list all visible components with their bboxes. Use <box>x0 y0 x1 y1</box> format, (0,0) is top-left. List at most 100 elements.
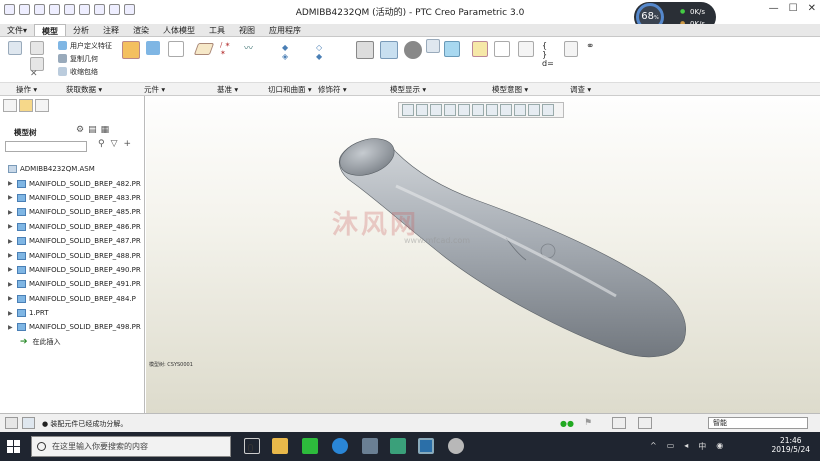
bill-of-materials-icon[interactable] <box>564 41 578 57</box>
group-get-data[interactable]: 获取数据 ▾ <box>66 83 102 96</box>
taskbar-search-input[interactable]: 在这里输入你要搜索的内容 <box>31 436 253 457</box>
tree-item[interactable]: ▶ MANIFOLD_SOLID_BREP_491.PR <box>8 277 148 291</box>
display-style-icon[interactable] <box>426 39 440 53</box>
handle-model[interactable] <box>146 96 820 413</box>
toggle-navigator-icon[interactable] <box>5 417 18 429</box>
group-datum[interactable]: 基准 ▾ <box>217 83 238 96</box>
expand-arrow-icon[interactable]: ▶ <box>8 324 14 331</box>
datum-plane-icon[interactable] <box>193 43 215 55</box>
browser-icon[interactable] <box>332 438 348 454</box>
clock[interactable]: 21:46 2019/5/24 <box>772 436 810 454</box>
reference-icon[interactable] <box>472 41 488 57</box>
shrinkwrap-icon[interactable] <box>58 67 67 76</box>
group-model-display[interactable]: 模型显示 ▾ <box>390 83 426 96</box>
group-component[interactable]: 元件 ▾ <box>144 83 165 96</box>
flag-icon[interactable]: ⚑ <box>584 418 592 428</box>
cut-surface-icon[interactable]: ◆ ◈ <box>282 43 294 73</box>
insert-here-marker[interactable]: ➔ 在此插入 <box>8 335 148 349</box>
expand-arrow-icon[interactable]: ▶ <box>8 223 14 230</box>
creo-icon[interactable] <box>390 438 406 454</box>
paint-icon[interactable] <box>448 438 464 454</box>
tab-model[interactable]: 模型 <box>34 24 67 36</box>
app-icon[interactable] <box>362 438 378 454</box>
expand-arrow-icon[interactable]: ▶ <box>8 194 14 201</box>
wechat-icon[interactable] <box>302 438 318 454</box>
expand-arrow-icon[interactable]: ▶ <box>8 281 14 288</box>
regenerate-icon[interactable] <box>8 41 22 55</box>
filter-icon[interactable]: ▽ <box>111 139 118 149</box>
add-icon[interactable]: + <box>124 139 132 149</box>
relations-icon[interactable]: { } d= <box>542 41 554 71</box>
tree-item[interactable]: ▶ MANIFOLD_SOLID_BREP_483.PR <box>8 191 148 205</box>
group-operations[interactable]: 操作 ▾ <box>16 83 37 96</box>
close-button[interactable]: ✕ <box>808 3 816 14</box>
minimize-button[interactable]: — <box>769 3 779 14</box>
graphics-window[interactable]: 沐风网 www.mfcad.com 模型树: CSYS0001 <box>146 96 820 413</box>
app-tray-icon[interactable]: ◉ <box>716 441 723 452</box>
datum-axis-icon[interactable]: / ✶ ✶ <box>220 41 232 71</box>
task-view-icon[interactable] <box>244 438 260 454</box>
tab-annotate[interactable]: 注释 <box>96 24 126 36</box>
creo-active-icon[interactable] <box>418 438 434 454</box>
tree-item[interactable]: ▶ MANIFOLD_SOLID_BREP_487.PR <box>8 234 148 248</box>
manage-views-icon[interactable] <box>356 41 374 59</box>
perspective-icon[interactable] <box>380 41 398 59</box>
tree-item[interactable]: ▶ 1.PRT <box>8 306 148 320</box>
group-investigate[interactable]: 调查 ▾ <box>570 83 591 96</box>
start-button[interactable] <box>7 440 20 453</box>
expand-arrow-icon[interactable]: ▶ <box>8 238 14 245</box>
expand-arrow-icon[interactable]: ▶ <box>8 252 14 259</box>
delete-icon[interactable]: ✕ <box>30 69 40 79</box>
drag-components-icon[interactable] <box>168 41 184 57</box>
reference-viewer-icon[interactable]: ⚭ <box>586 41 600 57</box>
shrinkwrap-button[interactable]: 收缩包络 <box>70 67 98 77</box>
tab-view[interactable]: 视图 <box>232 24 262 36</box>
tab-render[interactable]: 渲染 <box>126 24 156 36</box>
expand-arrow-icon[interactable]: ▶ <box>8 180 14 187</box>
sketch-icon[interactable]: 〰 <box>244 41 260 54</box>
tab-analysis[interactable]: 分析 <box>66 24 96 36</box>
find-status-icon[interactable] <box>612 417 626 429</box>
expand-arrow-icon[interactable]: ▶ <box>8 209 14 216</box>
user-feature-button[interactable]: 用户定义特征 <box>70 41 112 51</box>
tree-search-input[interactable] <box>5 141 87 152</box>
expand-arrow-icon[interactable]: ▶ <box>8 266 14 273</box>
expand-arrow-icon[interactable]: ▶ <box>8 310 14 317</box>
create-icon[interactable] <box>146 41 160 55</box>
modifier-icon[interactable]: ◇ ◆ <box>316 43 328 73</box>
tab-tools[interactable]: 工具 <box>202 24 232 36</box>
volume-icon[interactable]: ◂ <box>684 441 688 452</box>
group-model-intent[interactable]: 模型意图 ▾ <box>492 83 528 96</box>
model-tree-tab-icon[interactable] <box>3 99 17 112</box>
tree-item[interactable]: ▶ MANIFOLD_SOLID_BREP_486.PR <box>8 220 148 234</box>
group-modifiers[interactable]: 修饰符 ▾ <box>318 83 347 96</box>
tree-item[interactable]: ▶ MANIFOLD_SOLID_BREP_485.PR <box>8 205 148 219</box>
folder-browser-tab-icon[interactable] <box>19 99 33 112</box>
tree-item[interactable]: ▶ MANIFOLD_SOLID_BREP_498.PR <box>8 320 148 334</box>
tray-arrow-icon[interactable]: ^ <box>650 441 657 452</box>
parameters-icon[interactable] <box>494 41 510 57</box>
selection-box-icon[interactable] <box>638 417 652 429</box>
tree-display-icon[interactable]: ▦ <box>101 125 110 135</box>
expand-arrow-icon[interactable]: ▶ <box>8 295 14 302</box>
table-icon[interactable] <box>518 41 534 57</box>
network-icon[interactable]: ▭ <box>667 441 675 452</box>
tree-root[interactable]: ADMIBB4232QM.ASM <box>8 162 148 176</box>
copy-icon[interactable] <box>30 41 44 55</box>
assemble-icon[interactable] <box>122 41 140 59</box>
tab-file[interactable]: 文件▾ <box>0 24 34 36</box>
favorites-tab-icon[interactable] <box>35 99 49 112</box>
tree-item[interactable]: ▶ MANIFOLD_SOLID_BREP_482.PR <box>8 176 148 190</box>
tab-applications[interactable]: 应用程序 <box>262 24 308 36</box>
tree-columns-icon[interactable]: ▤ <box>88 125 97 135</box>
find-icon[interactable]: ⚲ <box>98 139 105 149</box>
user-feature-icon[interactable] <box>58 41 67 50</box>
browser-toggle-icon[interactable] <box>22 417 35 429</box>
appearance-icon[interactable] <box>404 41 422 59</box>
tab-manikin[interactable]: 人体模型 <box>156 24 202 36</box>
file-explorer-icon[interactable] <box>272 438 288 454</box>
tree-item[interactable]: ▶ MANIFOLD_SOLID_BREP_490.PR <box>8 263 148 277</box>
maximize-button[interactable]: ☐ <box>789 3 798 14</box>
section-icon[interactable] <box>444 41 460 57</box>
copy-geometry-icon[interactable] <box>58 54 67 63</box>
